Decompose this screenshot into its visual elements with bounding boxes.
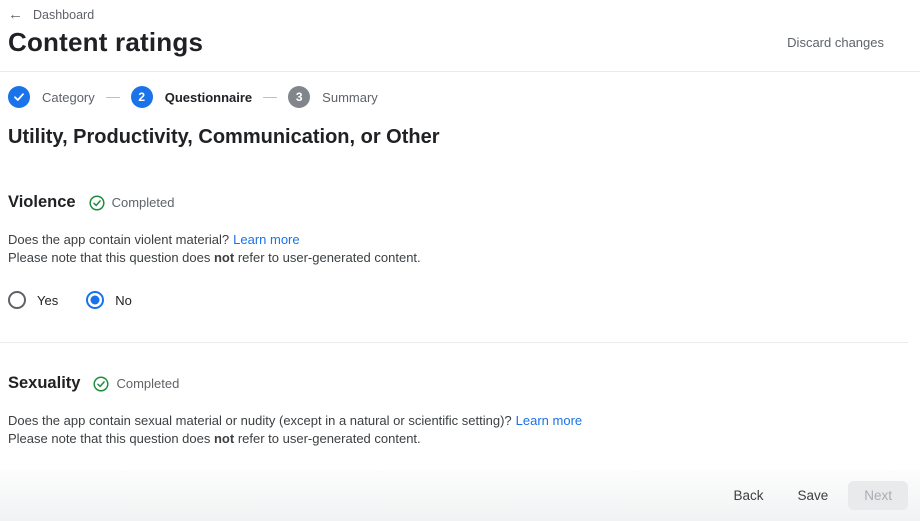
save-button[interactable]: Save: [783, 480, 842, 511]
note-text: refer to user-generated content.: [234, 250, 420, 265]
violence-question-block: Does the app contain violent material? Le…: [8, 231, 920, 267]
sexuality-section-header: Sexuality Completed: [8, 374, 920, 393]
violence-radio-yes[interactable]: Yes: [8, 291, 58, 309]
radio-selected-icon[interactable]: [86, 291, 104, 309]
violence-question: Does the app contain violent material? Le…: [8, 231, 920, 249]
footer-action-bar: Back Save Next: [0, 470, 920, 521]
violence-section-title: Violence: [8, 193, 76, 212]
violence-note: Please note that this question does not …: [8, 249, 920, 267]
violence-section-header: Violence Completed: [8, 193, 920, 212]
violence-yes-label: Yes: [37, 293, 58, 308]
stepper: Category 2 Questionnaire 3 Summary: [0, 72, 920, 108]
note-text: refer to user-generated content.: [234, 431, 420, 446]
discard-changes-button[interactable]: Discard changes: [787, 35, 884, 50]
sexuality-section-title: Sexuality: [8, 374, 80, 393]
note-text: Please note that this question does: [8, 250, 214, 265]
step-summary-label: Summary: [322, 90, 378, 105]
step-category-label: Category: [42, 90, 95, 105]
back-button[interactable]: Back: [719, 480, 777, 511]
page-title: Content ratings: [8, 27, 203, 58]
next-button[interactable]: Next: [848, 481, 908, 510]
completed-check-icon: [89, 195, 105, 211]
category-heading: Utility, Productivity, Communication, or…: [8, 126, 920, 149]
step-questionnaire-label: Questionnaire: [165, 90, 252, 105]
violence-status-badge: Completed: [89, 195, 175, 211]
sexuality-question-block: Does the app contain sexual material or …: [8, 412, 920, 448]
radio-unselected-icon[interactable]: [8, 291, 26, 309]
sexuality-note: Please note that this question does not …: [8, 430, 920, 448]
note-bold: not: [214, 250, 234, 265]
section-divider: [0, 342, 908, 343]
note-text: Please note that this question does: [8, 431, 214, 446]
breadcrumb[interactable]: ← Dashboard: [0, 0, 94, 22]
sexuality-status-badge: Completed: [93, 376, 179, 392]
back-arrow-icon: ←: [8, 7, 23, 22]
completed-check-icon: [93, 376, 109, 392]
violence-status-label: Completed: [112, 195, 175, 210]
violence-question-text: Does the app contain violent material?: [8, 232, 229, 247]
sexuality-learn-more-link[interactable]: Learn more: [516, 413, 582, 428]
sexuality-question-text: Does the app contain sexual material or …: [8, 413, 512, 428]
stepper-connector: [106, 97, 120, 98]
step-2-circle: 2: [131, 86, 153, 108]
title-row: Content ratings Discard changes: [0, 27, 920, 58]
violence-radio-group: Yes No: [8, 291, 920, 309]
violence-learn-more-link[interactable]: Learn more: [233, 232, 299, 247]
check-circle-icon: [8, 86, 30, 108]
violence-no-label: No: [115, 293, 132, 308]
stepper-connector: [263, 97, 277, 98]
step-questionnaire[interactable]: 2 Questionnaire: [131, 86, 252, 108]
sexuality-question: Does the app contain sexual material or …: [8, 412, 920, 430]
sexuality-status-label: Completed: [116, 376, 179, 391]
step-summary[interactable]: 3 Summary: [288, 86, 378, 108]
step-category[interactable]: Category: [8, 86, 95, 108]
note-bold: not: [214, 431, 234, 446]
violence-radio-no[interactable]: No: [86, 291, 132, 309]
step-3-circle: 3: [288, 86, 310, 108]
breadcrumb-label: Dashboard: [33, 8, 94, 22]
